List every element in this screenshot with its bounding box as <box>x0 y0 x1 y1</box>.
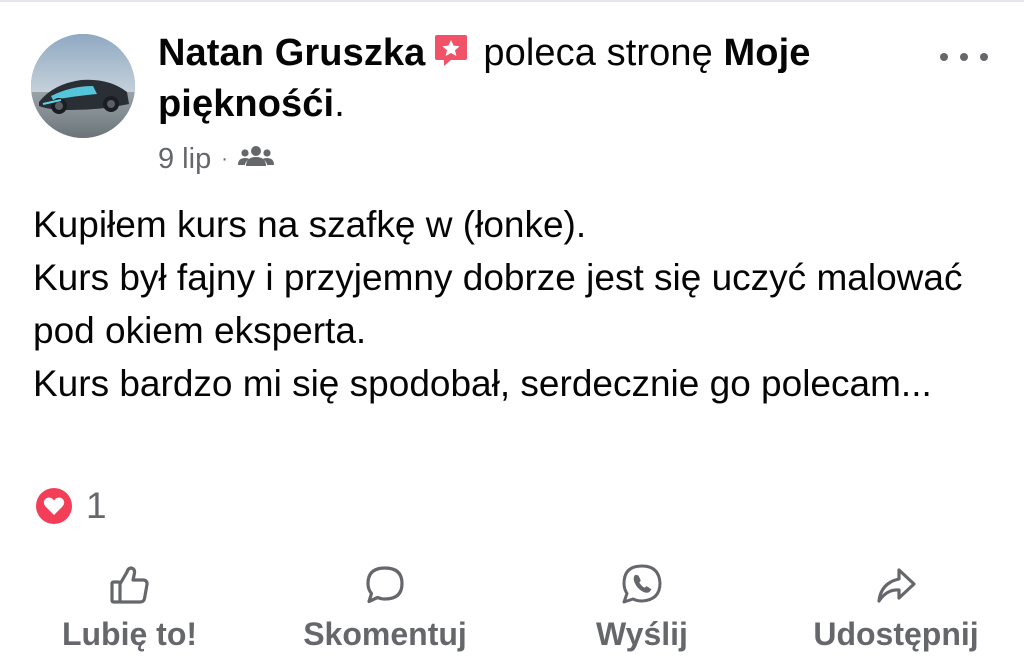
comment-bubble-icon <box>364 560 406 606</box>
share-label: Udostępnij <box>813 616 979 652</box>
thumbs-up-icon <box>109 560 151 606</box>
send-label: Wyślij <box>596 616 688 652</box>
more-options-button[interactable] <box>940 46 988 68</box>
page-name-period: . <box>334 83 345 125</box>
author-name[interactable]: Natan Gruszka <box>158 32 425 74</box>
recommendation-star-icon <box>433 31 469 67</box>
post-body-text: Kupiłem kurs na szafkę w (łonke). Kurs b… <box>33 204 963 404</box>
send-button[interactable]: Wyślij <box>587 560 697 660</box>
share-arrow-icon <box>875 560 917 606</box>
meta-separator: · <box>221 147 228 170</box>
more-dot <box>980 53 988 61</box>
reaction-summary[interactable]: 1 <box>36 485 107 526</box>
friends-icon[interactable] <box>237 143 274 176</box>
top-divider <box>0 0 1024 2</box>
author-avatar[interactable] <box>31 34 135 138</box>
comment-label: Skomentuj <box>303 616 467 652</box>
post-date[interactable]: 9 lip <box>158 143 211 176</box>
more-dot <box>960 53 968 61</box>
like-button[interactable]: Lubię to! <box>52 560 207 660</box>
share-button[interactable]: Udostępnij <box>800 560 992 660</box>
post-meta: 9 lip · <box>158 140 274 178</box>
post-actions-bar: Lubię to! Skomentuj Wyślij Udostępnij <box>0 560 1024 660</box>
reaction-count: 1 <box>86 485 107 526</box>
comment-button[interactable]: Skomentuj <box>290 560 480 660</box>
recommends-text: poleca stronę <box>483 32 713 74</box>
heart-reaction-icon <box>36 488 72 524</box>
post-header-text: Natan Gruszka poleca stronę Moje pięknoś… <box>158 28 948 130</box>
more-horizontal-icon <box>940 53 948 61</box>
like-label: Lubię to! <box>61 616 198 652</box>
whatsapp-icon <box>620 560 664 606</box>
